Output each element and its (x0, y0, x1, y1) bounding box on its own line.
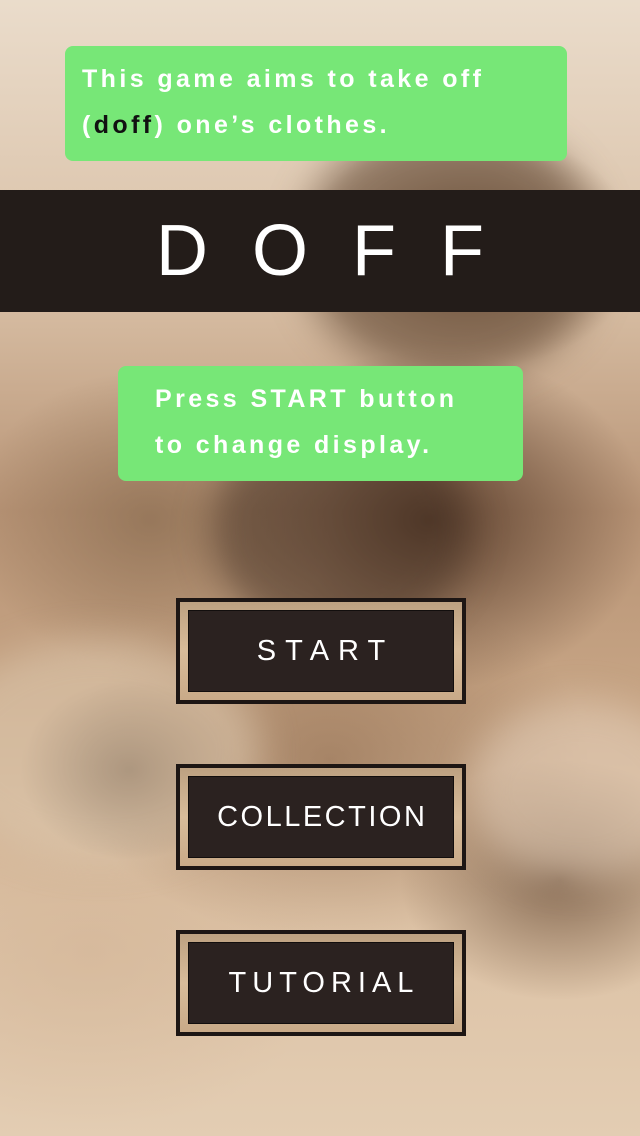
tutorial-button-face[interactable]: TUTORIAL (188, 942, 454, 1024)
hint-tip-line-1: Press START button (155, 385, 458, 413)
intro-tip-keyword: doff (93, 111, 155, 139)
tutorial-button-label: TUTORIAL (228, 966, 420, 999)
hint-tip-line-2: to change display. (155, 431, 433, 459)
collection-button-face[interactable]: COLLECTION (188, 776, 454, 858)
title-bar: DOFF (0, 190, 640, 312)
intro-tip-line-1: This game aims to take off (82, 65, 485, 93)
intro-tip-line-2: (doff) one’s clothes. (82, 102, 567, 148)
hint-tip-box: Press START button to change display. (118, 366, 523, 481)
tutorial-button[interactable]: TUTORIAL (176, 930, 466, 1036)
game-title: DOFF (156, 211, 528, 291)
intro-tip-box: This game aims to take off (doff) one’s … (65, 46, 567, 161)
background-blur-shape (470, 700, 640, 880)
collection-button[interactable]: COLLECTION (176, 764, 466, 870)
collection-button-label: COLLECTION (217, 800, 428, 833)
start-button-label: START (256, 634, 395, 667)
intro-tip-paren-open: ( (82, 111, 94, 139)
start-button-face[interactable]: START (188, 610, 454, 692)
intro-tip-line-2-rest: ) one’s clothes. (154, 111, 390, 139)
start-button[interactable]: START (176, 598, 466, 704)
